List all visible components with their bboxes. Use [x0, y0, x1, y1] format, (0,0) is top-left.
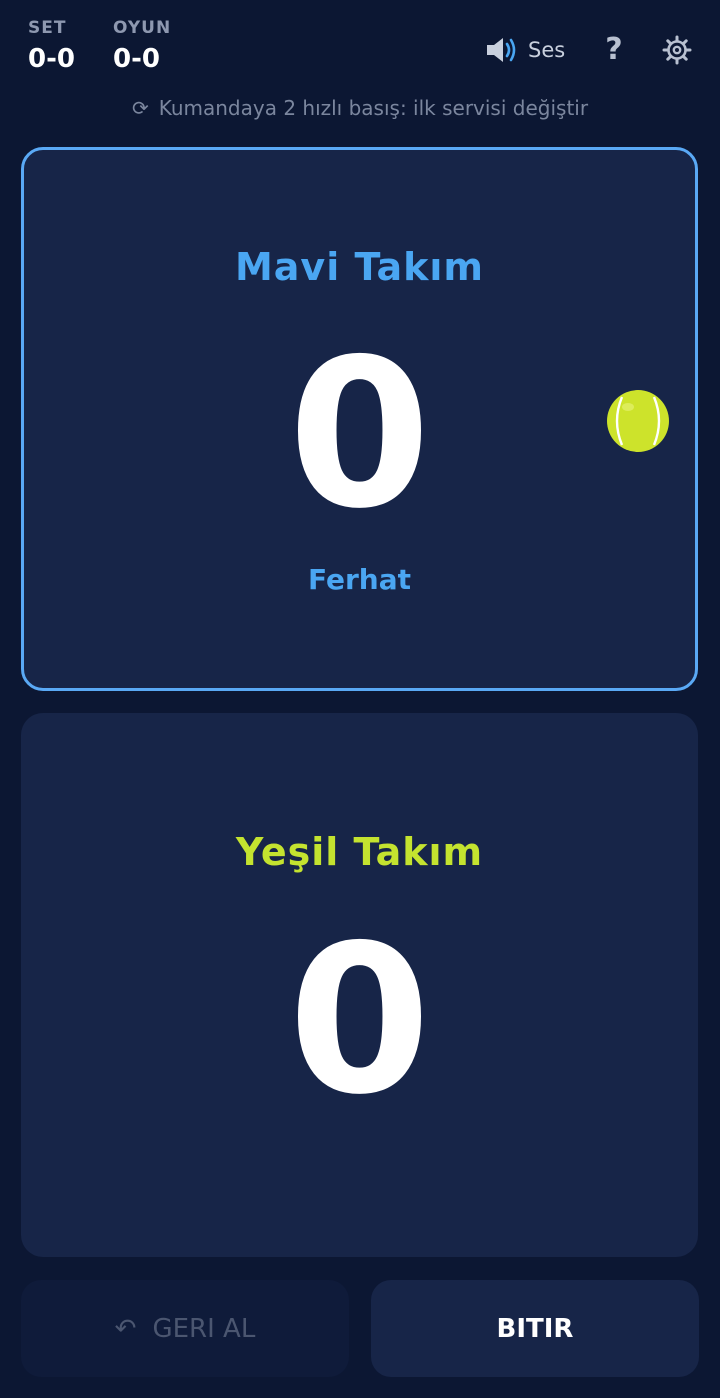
- team-card-green[interactable]: Yeşil Takım 0: [21, 713, 698, 1257]
- game-score: OYUN 0-0: [113, 18, 171, 74]
- game-value: 0-0: [113, 44, 160, 74]
- hint-text: ⟳ Kumandaya 2 hızlı basış: ilk servisi de…: [0, 96, 720, 120]
- sound-label: Ses: [528, 38, 566, 62]
- undo-label: GERI AL: [152, 1313, 256, 1344]
- help-button[interactable]: ?: [600, 30, 628, 70]
- server-name: Ferhat: [307, 563, 411, 596]
- undo-button[interactable]: ↶ GERI AL: [21, 1280, 349, 1377]
- sound-toggle[interactable]: Ses: [484, 32, 565, 68]
- gear-icon: [662, 35, 692, 65]
- set-label: SET: [28, 18, 67, 38]
- team-name: Yeşil Takım: [235, 830, 484, 874]
- finish-button[interactable]: BITIR: [371, 1280, 699, 1377]
- team-score: 0: [288, 902, 431, 1140]
- set-score: SET 0-0: [28, 18, 75, 74]
- finish-label: BITIR: [496, 1313, 574, 1344]
- undo-icon: ↶: [114, 1313, 137, 1344]
- refresh-icon: ⟳: [131, 96, 149, 120]
- team-card-blue[interactable]: Mavi Takım 0 Ferhat: [21, 147, 698, 691]
- team-name: Mavi Takım: [234, 245, 485, 289]
- top-bar: SET 0-0 OYUN 0-0 Ses ? ⟳ Kumandaya 2 hız…: [0, 0, 720, 140]
- hint-label: Kumandaya 2 hızlı basış: ilk servisi değ…: [158, 96, 589, 120]
- set-value: 0-0: [28, 44, 75, 74]
- game-label: OYUN: [113, 18, 172, 38]
- team-score: 0: [288, 316, 431, 554]
- speaker-icon: [487, 38, 516, 62]
- question-icon: ?: [605, 32, 623, 67]
- tennis-ball-icon: [607, 390, 669, 452]
- settings-button[interactable]: [662, 35, 692, 65]
